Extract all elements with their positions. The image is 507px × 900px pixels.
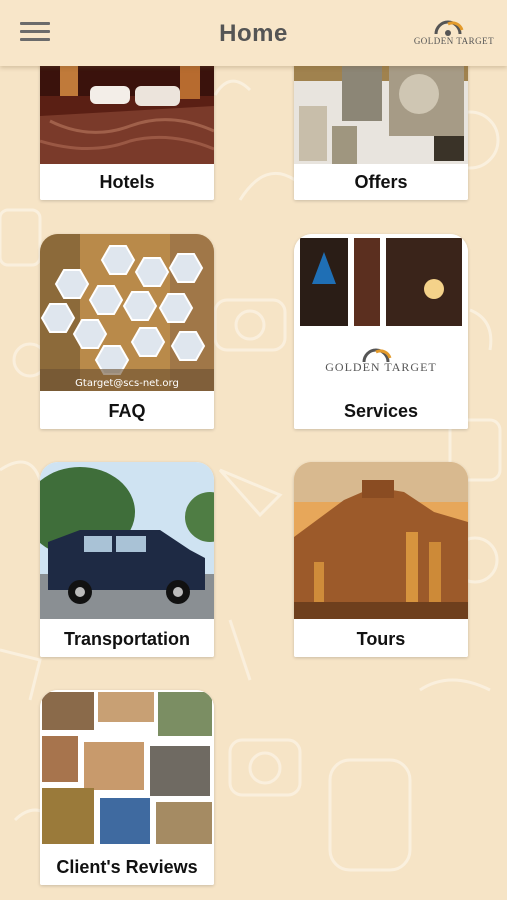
tours-card[interactable]: Tours: [294, 462, 468, 657]
faq-image: Gtarget@scs-net.org: [40, 234, 214, 391]
offers-label: Offers: [294, 164, 468, 200]
transportation-image: [40, 462, 214, 619]
faq-email-text: Gtarget@scs-net.org: [75, 378, 179, 389]
services-card[interactable]: GOLDEN TARGET Services: [294, 234, 468, 429]
services-image: GOLDEN TARGET: [294, 234, 468, 391]
clients-reviews-label: Client's Reviews: [40, 849, 214, 885]
faq-card[interactable]: Gtarget@scs-net.org FAQ: [40, 234, 214, 429]
transportation-card[interactable]: Transportation: [40, 462, 214, 657]
golden-target-logo: GOLDEN TARGET: [404, 16, 504, 52]
clients-reviews-image: [40, 690, 214, 847]
hotels-card[interactable]: Hotels: [40, 66, 214, 200]
hotels-label: Hotels: [40, 164, 214, 200]
services-label: Services: [294, 393, 468, 429]
offers-image: [294, 66, 468, 164]
hotels-image: [40, 66, 214, 164]
tours-image: [294, 462, 468, 619]
services-logo-text: GOLDEN TARGET: [325, 360, 437, 374]
offers-card[interactable]: Offers: [294, 66, 468, 200]
clients-reviews-card[interactable]: Client's Reviews: [40, 690, 214, 885]
app-header: Home GOLDEN TARGET: [0, 0, 507, 66]
logo-text: GOLDEN TARGET: [413, 36, 495, 46]
category-grid: Hotels Offers Gtarget@scs-net.org FAQ GO…: [0, 66, 507, 900]
faq-label: FAQ: [40, 393, 214, 429]
transportation-label: Transportation: [40, 621, 214, 657]
tours-label: Tours: [294, 621, 468, 657]
